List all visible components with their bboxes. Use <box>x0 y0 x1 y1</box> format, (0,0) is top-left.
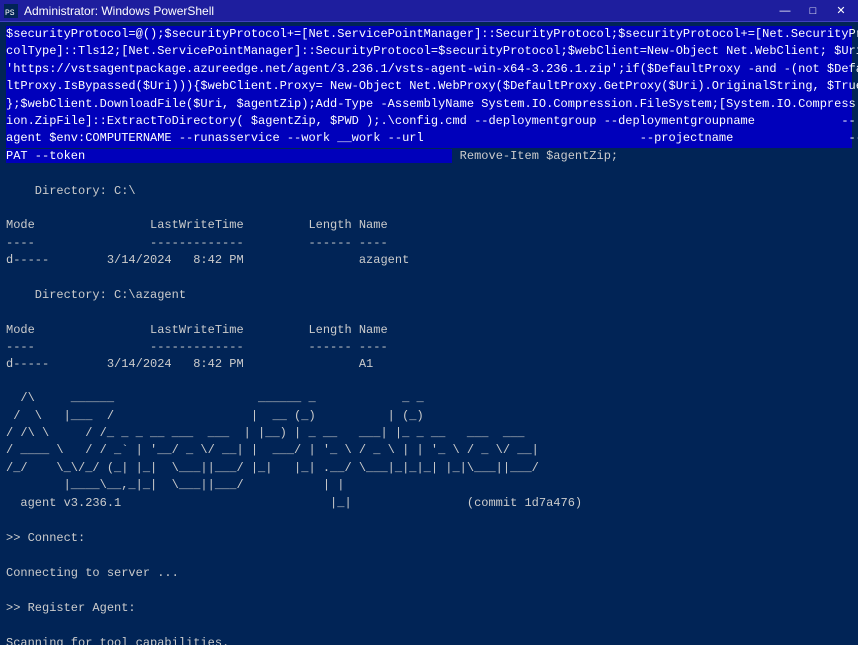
terminal-output[interactable]: $securityProtocol=@();$securityProtocol+… <box>0 22 858 645</box>
ascii-art-line: /\ ______ ______ _ _ _ <box>6 391 852 408</box>
terminal-line <box>6 548 852 565</box>
terminal-line <box>6 513 852 530</box>
terminal-line: d----- 3/14/2024 8:42 PM azagent <box>6 252 852 269</box>
maximize-button[interactable]: □ <box>800 2 826 20</box>
terminal-line: d----- 3/14/2024 8:42 PM A1 <box>6 356 852 373</box>
terminal-line: 'https://vstsagentpackage.azureedge.net/… <box>6 61 852 78</box>
window-controls: — □ ✕ <box>772 2 854 20</box>
terminal-line <box>6 269 852 286</box>
terminal-line: $securityProtocol=@();$securityProtocol+… <box>6 26 852 43</box>
terminal-line: colType]::Tls12;[Net.ServicePointManager… <box>6 43 852 60</box>
terminal-line: Directory: C:\azagent <box>6 287 852 304</box>
close-button[interactable]: ✕ <box>828 2 854 20</box>
terminal-line: Connecting to server ... <box>6 565 852 582</box>
terminal-line <box>6 304 852 321</box>
ascii-art-line: / ____ \ / / _` | '__/ _ \/ __| | ___/ |… <box>6 443 852 460</box>
terminal-line: Scanning for tool capabilities. <box>6 635 852 645</box>
ascii-art-line: / /\ \ / /_ _ _ __ ___ ___ | |__) | _ __… <box>6 426 852 443</box>
svg-text:PS: PS <box>5 9 15 18</box>
terminal-line: Mode LastWriteTime Length Name <box>6 322 852 339</box>
terminal-line: agent $env:COMPUTERNAME --runasservice -… <box>6 130 852 147</box>
title-bar-left: PS Administrator: Windows PowerShell <box>4 4 214 18</box>
ascii-art-info-line: agent v3.236.1 |_| (commit 1d7a476) <box>6 496 852 513</box>
ascii-art-line: / \ |___ / | __ (_) | (_) <box>6 409 852 426</box>
terminal-line <box>6 200 852 217</box>
terminal-line: PAT --token Remove-Item $agentZip; <box>6 148 852 165</box>
window-title: Administrator: Windows PowerShell <box>24 4 214 18</box>
powershell-icon: PS <box>4 4 18 18</box>
terminal-line: ---- ------------- ------ ---- <box>6 235 852 252</box>
terminal-line: Mode LastWriteTime Length Name <box>6 217 852 234</box>
ascii-art-line: /_/ \_\/_/ (_| |_| \___||___/ |_| |_| ._… <box>6 461 852 478</box>
terminal-line: ltProxy.IsBypassed($Uri))){$webClient.Pr… <box>6 78 852 95</box>
title-bar: PS Administrator: Windows PowerShell — □… <box>0 0 858 22</box>
terminal-line: };$webClient.DownloadFile($Uri, $agentZi… <box>6 96 852 113</box>
ascii-art-line: |____\__,_|_| \___||___/ | | <box>6 478 852 495</box>
terminal-line: Directory: C:\ <box>6 183 852 200</box>
register-prompt: >> Register Agent: <box>6 600 852 617</box>
terminal-line: ---- ------------- ------ ---- <box>6 339 852 356</box>
connect-prompt: >> Connect: <box>6 530 852 547</box>
terminal-line: ion.ZipFile]::ExtractToDirectory( $agent… <box>6 113 852 130</box>
terminal-line <box>6 617 852 634</box>
terminal-line <box>6 583 852 600</box>
terminal-line <box>6 374 852 391</box>
terminal-line <box>6 165 852 182</box>
minimize-button[interactable]: — <box>772 2 798 20</box>
